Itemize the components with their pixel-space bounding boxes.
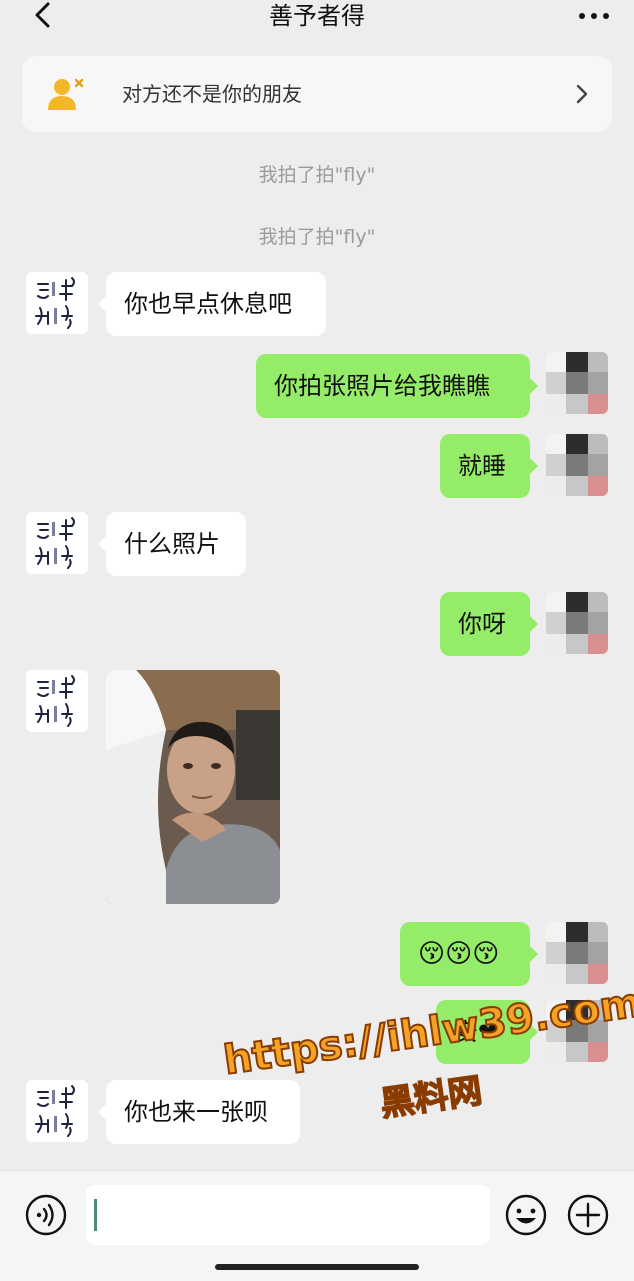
plus-icon[interactable]: [566, 1193, 610, 1237]
voice-icon[interactable]: [24, 1193, 68, 1237]
chat-title: 善予者得: [269, 2, 365, 30]
contact-avatar[interactable]: [26, 512, 88, 574]
contact-avatar[interactable]: [26, 272, 88, 334]
my-avatar[interactable]: [546, 352, 608, 414]
message-bubble-outgoing[interactable]: 你呀: [440, 592, 538, 656]
my-avatar[interactable]: [546, 434, 608, 496]
watermark-name: 黑料网: [377, 1070, 485, 1125]
more-dots-icon[interactable]: [576, 4, 612, 28]
chat-header: 善予者得: [0, 0, 634, 40]
message-bubble-outgoing[interactable]: 就睡: [440, 434, 538, 498]
user-warning-icon: [48, 78, 84, 110]
notice-text: 对方还不是你的朋友: [122, 82, 302, 106]
message-input[interactable]: [86, 1185, 490, 1245]
blurred-avatar-icon: [546, 434, 608, 496]
system-message: 我拍了拍"fly": [258, 164, 376, 186]
blurred-avatar-icon: [546, 352, 608, 414]
calligraphy-avatar-icon: [26, 272, 88, 334]
contact-avatar[interactable]: [26, 670, 88, 732]
text-cursor: [94, 1199, 97, 1231]
selfie-photo: [106, 670, 280, 904]
not-friend-notice[interactable]: 对方还不是你的朋友: [22, 56, 612, 132]
watermark-url: https://ihlw39.com: [220, 979, 634, 1085]
chevron-right-icon: [576, 84, 588, 104]
message-bubble-incoming[interactable]: 什么照片: [98, 512, 246, 576]
calligraphy-avatar-icon: [26, 670, 88, 732]
my-avatar[interactable]: [546, 592, 608, 654]
watermark: https://ihlw39.com 黑料网: [220, 979, 634, 1167]
calligraphy-avatar-icon: [26, 1080, 88, 1142]
message-bubble-outgoing[interactable]: 😚😚😚: [400, 922, 538, 986]
blurred-avatar-icon: [546, 592, 608, 654]
system-message: 我拍了拍"fly": [258, 226, 376, 248]
message-bubble-incoming[interactable]: 你也早点休息吧: [98, 272, 326, 336]
calligraphy-avatar-icon: [26, 512, 88, 574]
contact-avatar[interactable]: [26, 1080, 88, 1142]
image-message[interactable]: [106, 670, 280, 904]
emoji-icon[interactable]: [504, 1193, 548, 1237]
my-avatar[interactable]: [546, 922, 608, 984]
blurred-avatar-icon: [546, 922, 608, 984]
message-bubble-outgoing[interactable]: 你拍张照片给我瞧瞧: [256, 354, 538, 418]
home-indicator: [215, 1264, 419, 1270]
